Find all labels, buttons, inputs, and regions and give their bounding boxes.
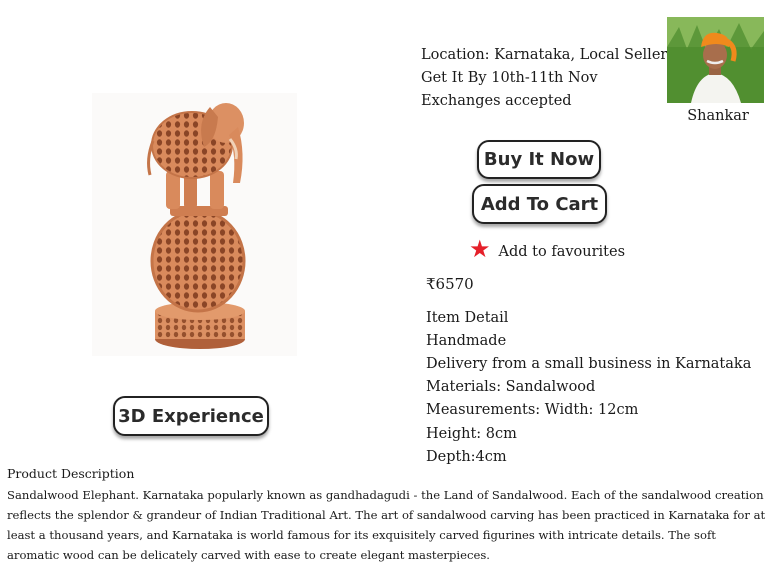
star-icon[interactable]: ★ [469, 237, 491, 261]
seller-photo-image [667, 17, 764, 103]
detail-materials: Materials: Sandalwood [426, 379, 596, 395]
sandalwood-elephant-image [147, 103, 246, 349]
description-title: Product Description [7, 466, 135, 481]
seller-location: Location: Karnataka, Local Seller [421, 47, 668, 63]
buy-it-now-button[interactable]: Buy It Now [477, 140, 601, 179]
detail-delivery: Delivery from a small business in Karnat… [426, 356, 752, 372]
detail-width: Measurements: Width: 12cm [426, 402, 639, 418]
delivery-estimate: Get It By 10th-11th Nov [421, 70, 598, 86]
favourites-label: Add to favourites [498, 244, 626, 260]
seller-avatar[interactable] [667, 17, 764, 103]
detail-depth: Depth:4cm [426, 449, 507, 465]
description-body: Sandalwood Elephant. Karnataka popularly… [7, 488, 766, 562]
add-to-cart-button[interactable]: Add To Cart [472, 184, 607, 224]
detail-height: Height: 8cm [426, 426, 517, 442]
add-to-favourites[interactable]: ★ Add to favourites [469, 237, 625, 261]
exchange-policy: Exchanges accepted [421, 93, 572, 109]
3d-experience-button[interactable]: 3D Experience [113, 396, 269, 436]
item-detail-heading: Item Detail [426, 310, 509, 326]
product-price: ₹6570 [426, 275, 474, 293]
product-image [92, 93, 297, 356]
detail-handmade: Handmade [426, 333, 507, 349]
seller-name[interactable]: Shankar [667, 108, 769, 124]
